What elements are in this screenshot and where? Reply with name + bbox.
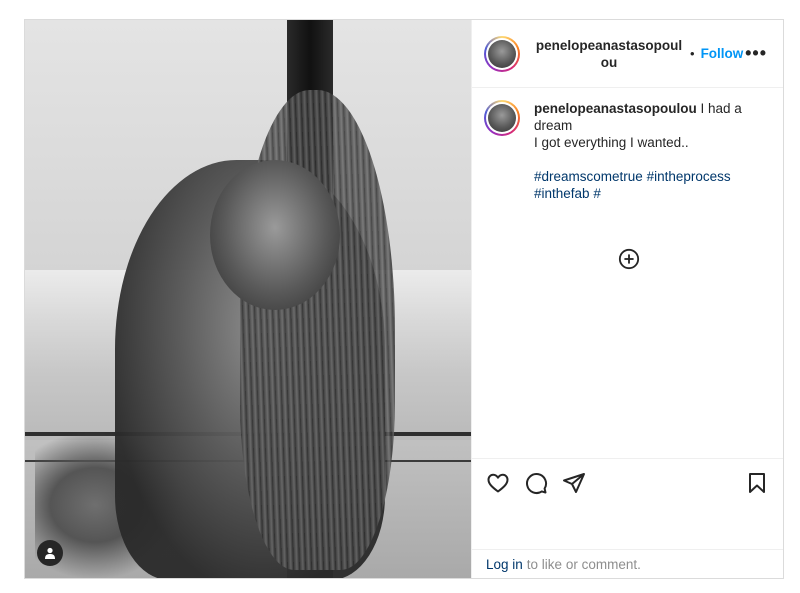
likes-area: [472, 507, 783, 549]
post-sidebar: penelopeanastasopoulou • Follow ••• pene…: [471, 20, 783, 578]
separator-dot: •: [690, 46, 695, 61]
login-prompt-text: to like or comment.: [526, 556, 641, 572]
hashtag-link[interactable]: #inthefab: [534, 186, 590, 201]
more-options-icon[interactable]: •••: [745, 43, 771, 64]
person-icon: [45, 547, 55, 559]
avatar-image: [488, 39, 516, 68]
caption-text: penelopeanastasopoulou I had a dream I g…: [534, 100, 744, 202]
post-photo[interactable]: [25, 20, 471, 578]
follow-button[interactable]: Follow: [701, 46, 744, 61]
caption-avatar-border: [486, 102, 518, 134]
load-more-comments-icon[interactable]: [618, 248, 640, 270]
share-icon[interactable]: [562, 471, 586, 495]
action-bar: [472, 458, 783, 507]
caption-username[interactable]: penelopeanastasopoulou: [534, 101, 697, 116]
tagged-users-button[interactable]: [37, 540, 63, 566]
comment-icon[interactable]: [524, 471, 548, 495]
caption-section: penelopeanastasopoulou I had a dream I g…: [472, 88, 783, 458]
avatar[interactable]: [484, 35, 520, 72]
heart-icon[interactable]: [486, 471, 510, 495]
post-header: penelopeanastasopoulou • Follow •••: [472, 20, 783, 88]
bookmark-icon[interactable]: [745, 471, 769, 495]
instagram-post: penelopeanastasopoulou • Follow ••• pene…: [24, 19, 784, 579]
login-prompt: Log in to like or comment.: [472, 549, 783, 578]
header-username[interactable]: penelopeanastasopoulou: [534, 37, 684, 71]
avatar-border: [486, 37, 518, 70]
caption-avatar[interactable]: [484, 100, 520, 136]
hashtag-link[interactable]: #intheprocess: [647, 169, 731, 184]
login-link[interactable]: Log in: [486, 557, 523, 572]
hashtag-link[interactable]: #dreamscometrue: [534, 169, 643, 184]
hashtag-link[interactable]: #: [593, 186, 601, 201]
photo-head: [210, 160, 340, 310]
caption-avatar-image: [488, 104, 516, 132]
caption-line-2: I got everything I wanted..: [534, 135, 689, 150]
